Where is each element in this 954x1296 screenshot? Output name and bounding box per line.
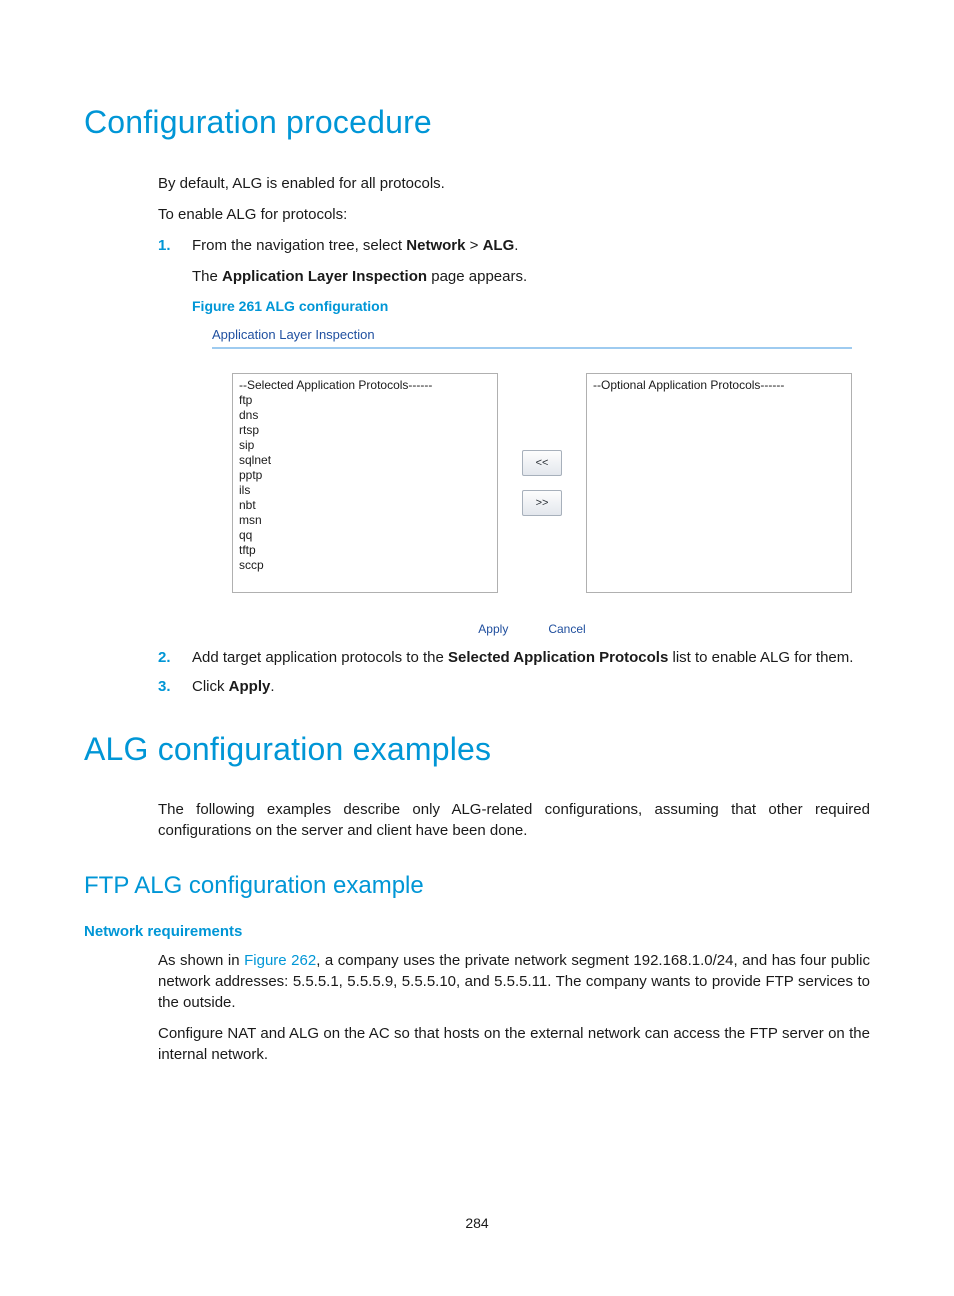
figure-section-header: Application Layer Inspection [212, 326, 852, 348]
list-item[interactable]: pptp [239, 468, 491, 483]
selected-protocols-header: --Selected Application Protocols------ [239, 378, 491, 393]
apply-button[interactable]: Apply [472, 621, 514, 637]
step-2-number: 2. [158, 647, 171, 668]
step-1-result: The Application Layer Inspection page ap… [192, 266, 870, 287]
list-item[interactable]: sqlnet [239, 453, 491, 468]
figure-261-caption: Figure 261 ALG configuration [192, 297, 870, 317]
netreq-paragraph-2: Configure NAT and ALG on the AC so that … [158, 1023, 870, 1065]
examples-intro: The following examples describe only ALG… [158, 799, 870, 841]
list-item[interactable]: tftp [239, 543, 491, 558]
list-item[interactable]: ils [239, 483, 491, 498]
step-2: 2. Add target application protocols to t… [158, 647, 870, 668]
optional-protocols-listbox[interactable]: --Optional Application Protocols------ [586, 373, 852, 593]
list-item[interactable]: msn [239, 513, 491, 528]
netreq-paragraph-1: As shown in Figure 262, a company uses t… [158, 950, 870, 1013]
list-item[interactable]: nbt [239, 498, 491, 513]
step-1-number: 1. [158, 235, 171, 256]
intro-paragraph-1: By default, ALG is enabled for all proto… [158, 173, 870, 194]
list-item[interactable]: sccp [239, 558, 491, 573]
move-left-button[interactable]: << [522, 450, 562, 476]
selected-protocols-listbox[interactable]: --Selected Application Protocols------ f… [232, 373, 498, 593]
step-1-line: From the navigation tree, select Network… [192, 237, 518, 254]
list-item[interactable]: dns [239, 408, 491, 423]
step-1: 1. From the navigation tree, select Netw… [158, 235, 870, 637]
list-item[interactable]: ftp [239, 393, 491, 408]
optional-protocols-header: --Optional Application Protocols------ [593, 378, 845, 393]
list-item[interactable]: qq [239, 528, 491, 543]
heading-network-requirements: Network requirements [84, 921, 870, 942]
step-3-number: 3. [158, 676, 171, 697]
figure-261: Application Layer Inspection --Selected … [212, 326, 852, 636]
intro-paragraph-2: To enable ALG for protocols: [158, 204, 870, 225]
step-3: 3. Click Apply. [158, 676, 870, 697]
move-right-button[interactable]: >> [522, 490, 562, 516]
step-2-text: Add target application protocols to the … [192, 649, 853, 666]
page-number: 284 [0, 1214, 954, 1234]
cancel-button[interactable]: Cancel [542, 621, 591, 637]
list-item[interactable]: rtsp [239, 423, 491, 438]
heading-alg-configuration-examples: ALG configuration examples [84, 727, 870, 772]
heading-configuration-procedure: Configuration procedure [84, 100, 870, 145]
heading-ftp-alg-example: FTP ALG configuration example [84, 869, 870, 903]
figure-262-link[interactable]: Figure 262 [244, 952, 316, 969]
list-item[interactable]: sip [239, 438, 491, 453]
step-3-text: Click Apply. [192, 678, 275, 695]
